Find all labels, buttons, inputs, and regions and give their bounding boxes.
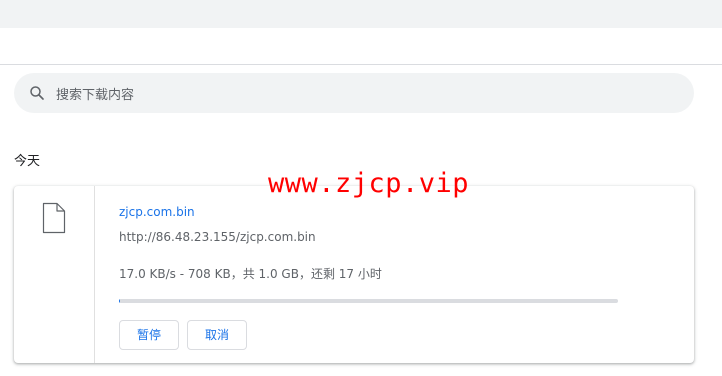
- download-status-text: 17.0 KB/s - 708 KB，共 1.0 GB，还剩 17 小时: [119, 267, 382, 281]
- watermark-text: www.zjcp.vip: [268, 168, 470, 199]
- search-downloads-box[interactable]: 搜索下载内容: [14, 73, 694, 113]
- search-placeholder[interactable]: 搜索下载内容: [56, 84, 134, 103]
- pause-button[interactable]: 暂停: [119, 320, 179, 350]
- search-icon: [30, 86, 44, 100]
- download-progress-bar: [119, 299, 618, 303]
- top-bar: [0, 0, 722, 28]
- header-divider: [0, 64, 722, 65]
- download-item-card: zjcp.com.bin http://86.48.23.155/zjcp.co…: [14, 186, 694, 363]
- cancel-button[interactable]: 取消: [187, 320, 247, 350]
- download-source-url[interactable]: http://86.48.23.155/zjcp.com.bin: [119, 230, 316, 244]
- file-icon: [42, 202, 66, 234]
- date-section-title: 今天: [14, 154, 41, 169]
- downloads-page: 搜索下载内容 今天 zjcp.com.bin http://86.48.23.1…: [0, 0, 722, 376]
- download-filename-link[interactable]: zjcp.com.bin: [119, 205, 195, 219]
- file-icon-column: [14, 186, 95, 363]
